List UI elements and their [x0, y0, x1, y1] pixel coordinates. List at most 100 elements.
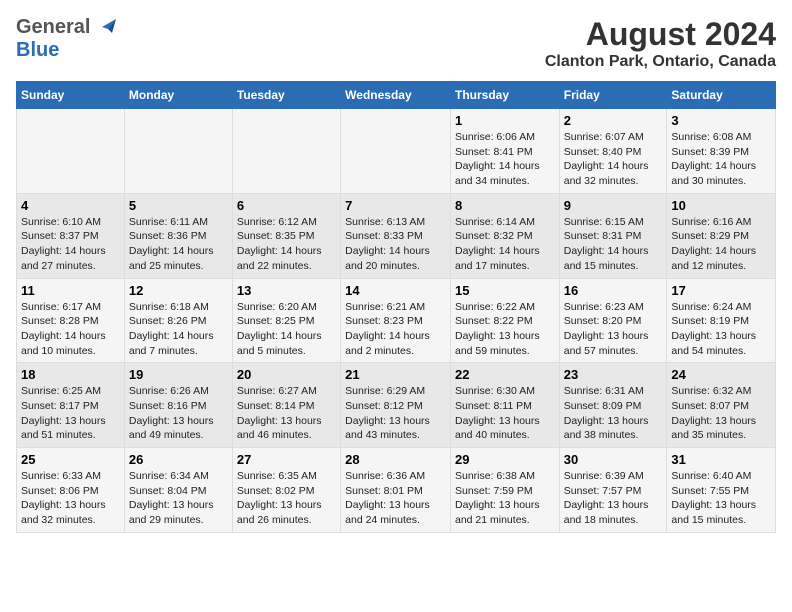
day-number: 18 [21, 367, 120, 382]
day-detail: Sunrise: 6:29 AM Sunset: 8:12 PM Dayligh… [345, 384, 446, 443]
calendar-cell: 6 Sunrise: 6:12 AM Sunset: 8:35 PM Daylig… [232, 193, 340, 278]
day-detail: Sunrise: 6:39 AM Sunset: 7:57 PM Dayligh… [564, 469, 663, 528]
calendar-cell: 25Sunrise: 6:33 AM Sunset: 8:06 PM Dayli… [17, 448, 125, 533]
day-number: 29 [455, 452, 555, 467]
calendar-table: SundayMondayTuesdayWednesdayThursdayFrid… [16, 81, 776, 533]
calendar-cell: 13Sunrise: 6:20 AM Sunset: 8:25 PM Dayli… [232, 278, 340, 363]
calendar-cell: 24Sunrise: 6:32 AM Sunset: 8:07 PM Dayli… [667, 363, 776, 448]
day-number: 12 [129, 283, 228, 298]
weekday-header-saturday: Saturday [667, 82, 776, 109]
day-detail: Sunrise: 6:32 AM Sunset: 8:07 PM Dayligh… [671, 384, 771, 443]
day-detail: Sunrise: 6:36 AM Sunset: 8:01 PM Dayligh… [345, 469, 446, 528]
calendar-cell: 26 Sunrise: 6:34 AM Sunset: 8:04 PM Dayli… [124, 448, 232, 533]
calendar-week-row: 18 Sunrise: 6:25 AM Sunset: 8:17 PM Dayli… [17, 363, 776, 448]
calendar-cell: 15 Sunrise: 6:22 AM Sunset: 8:22 PM Dayli… [450, 278, 559, 363]
logo-bird-icon [94, 15, 116, 37]
day-number: 19 [129, 367, 228, 382]
day-detail: Sunrise: 6:30 AM Sunset: 8:11 PM Dayligh… [455, 384, 555, 443]
calendar-week-row: 25Sunrise: 6:33 AM Sunset: 8:06 PM Dayli… [17, 448, 776, 533]
day-detail: Sunrise: 6:23 AM Sunset: 8:20 PM Dayligh… [564, 300, 663, 359]
calendar-cell: 14 Sunrise: 6:21 AM Sunset: 8:23 PM Dayli… [341, 278, 451, 363]
calendar-week-row: 4 Sunrise: 6:10 AM Sunset: 8:37 PM Daylig… [17, 193, 776, 278]
header: General Blue August 2024 Clanton Park, O… [16, 16, 776, 71]
day-detail: Sunrise: 6:18 AM Sunset: 8:26 PM Dayligh… [129, 300, 228, 359]
calendar-cell: 1Sunrise: 6:06 AM Sunset: 8:41 PM Daylig… [450, 109, 559, 194]
calendar-cell: 16 Sunrise: 6:23 AM Sunset: 8:20 PM Dayli… [559, 278, 667, 363]
day-detail: Sunrise: 6:40 AM Sunset: 7:55 PM Dayligh… [671, 469, 771, 528]
day-detail: Sunrise: 6:25 AM Sunset: 8:17 PM Dayligh… [21, 384, 120, 443]
day-number: 4 [21, 198, 120, 213]
day-detail: Sunrise: 6:11 AM Sunset: 8:36 PM Dayligh… [129, 215, 228, 274]
day-detail: Sunrise: 6:10 AM Sunset: 8:37 PM Dayligh… [21, 215, 120, 274]
day-detail: Sunrise: 6:20 AM Sunset: 8:25 PM Dayligh… [237, 300, 336, 359]
day-number: 28 [345, 452, 446, 467]
day-detail: Sunrise: 6:21 AM Sunset: 8:23 PM Dayligh… [345, 300, 446, 359]
calendar-cell: 23 Sunrise: 6:31 AM Sunset: 8:09 PM Dayli… [559, 363, 667, 448]
logo: General Blue [16, 16, 116, 62]
day-number: 21 [345, 367, 446, 382]
calendar-cell: 22 Sunrise: 6:30 AM Sunset: 8:11 PM Dayli… [450, 363, 559, 448]
weekday-header-friday: Friday [559, 82, 667, 109]
day-number: 9 [564, 198, 663, 213]
day-number: 3 [671, 113, 771, 128]
day-number: 16 [564, 283, 663, 298]
day-detail: Sunrise: 6:34 AM Sunset: 8:04 PM Dayligh… [129, 469, 228, 528]
month-year-title: August 2024 [545, 16, 776, 53]
day-detail: Sunrise: 6:24 AM Sunset: 8:19 PM Dayligh… [671, 300, 771, 359]
calendar-cell: 11Sunrise: 6:17 AM Sunset: 8:28 PM Dayli… [17, 278, 125, 363]
day-number: 2 [564, 113, 663, 128]
weekday-header-tuesday: Tuesday [232, 82, 340, 109]
day-detail: Sunrise: 6:31 AM Sunset: 8:09 PM Dayligh… [564, 384, 663, 443]
calendar-cell: 17 Sunrise: 6:24 AM Sunset: 8:19 PM Dayli… [667, 278, 776, 363]
weekday-header-thursday: Thursday [450, 82, 559, 109]
weekday-header-row: SundayMondayTuesdayWednesdayThursdayFrid… [17, 82, 776, 109]
day-detail: Sunrise: 6:22 AM Sunset: 8:22 PM Dayligh… [455, 300, 555, 359]
calendar-cell: 9 Sunrise: 6:15 AM Sunset: 8:31 PM Daylig… [559, 193, 667, 278]
day-detail: Sunrise: 6:12 AM Sunset: 8:35 PM Dayligh… [237, 215, 336, 274]
calendar-cell: 5Sunrise: 6:11 AM Sunset: 8:36 PM Daylig… [124, 193, 232, 278]
weekday-header-monday: Monday [124, 82, 232, 109]
calendar-cell: 27Sunrise: 6:35 AM Sunset: 8:02 PM Dayli… [232, 448, 340, 533]
calendar-cell: 28 Sunrise: 6:36 AM Sunset: 8:01 PM Dayli… [341, 448, 451, 533]
calendar-cell: 19Sunrise: 6:26 AM Sunset: 8:16 PM Dayli… [124, 363, 232, 448]
day-detail: Sunrise: 6:14 AM Sunset: 8:32 PM Dayligh… [455, 215, 555, 274]
calendar-cell: 8 Sunrise: 6:14 AM Sunset: 8:32 PM Daylig… [450, 193, 559, 278]
location-subtitle: Clanton Park, Ontario, Canada [545, 53, 776, 71]
day-detail: Sunrise: 6:07 AM Sunset: 8:40 PM Dayligh… [564, 130, 663, 189]
calendar-cell: 29 Sunrise: 6:38 AM Sunset: 7:59 PM Dayli… [450, 448, 559, 533]
day-detail: Sunrise: 6:15 AM Sunset: 8:31 PM Dayligh… [564, 215, 663, 274]
day-detail: Sunrise: 6:27 AM Sunset: 8:14 PM Dayligh… [237, 384, 336, 443]
calendar-cell: 4 Sunrise: 6:10 AM Sunset: 8:37 PM Daylig… [17, 193, 125, 278]
calendar-cell: 31Sunrise: 6:40 AM Sunset: 7:55 PM Dayli… [667, 448, 776, 533]
day-detail: Sunrise: 6:38 AM Sunset: 7:59 PM Dayligh… [455, 469, 555, 528]
calendar-cell: 30 Sunrise: 6:39 AM Sunset: 7:57 PM Dayli… [559, 448, 667, 533]
calendar-cell [124, 109, 232, 194]
calendar-cell: 10 Sunrise: 6:16 AM Sunset: 8:29 PM Dayli… [667, 193, 776, 278]
weekday-header-wednesday: Wednesday [341, 82, 451, 109]
day-number: 30 [564, 452, 663, 467]
day-number: 26 [129, 452, 228, 467]
day-number: 25 [21, 452, 120, 467]
day-detail: Sunrise: 6:08 AM Sunset: 8:39 PM Dayligh… [671, 130, 771, 189]
calendar-cell: 2 Sunrise: 6:07 AM Sunset: 8:40 PM Daylig… [559, 109, 667, 194]
calendar-cell: 12 Sunrise: 6:18 AM Sunset: 8:26 PM Dayli… [124, 278, 232, 363]
day-number: 22 [455, 367, 555, 382]
day-number: 8 [455, 198, 555, 213]
calendar-cell: 18 Sunrise: 6:25 AM Sunset: 8:17 PM Dayli… [17, 363, 125, 448]
day-detail: Sunrise: 6:13 AM Sunset: 8:33 PM Dayligh… [345, 215, 446, 274]
day-detail: Sunrise: 6:06 AM Sunset: 8:41 PM Dayligh… [455, 130, 555, 189]
weekday-header-sunday: Sunday [17, 82, 125, 109]
day-number: 15 [455, 283, 555, 298]
day-number: 20 [237, 367, 336, 382]
day-number: 23 [564, 367, 663, 382]
calendar-cell: 21 Sunrise: 6:29 AM Sunset: 8:12 PM Dayli… [341, 363, 451, 448]
calendar-cell [17, 109, 125, 194]
day-number: 11 [21, 283, 120, 298]
calendar-cell: 3 Sunrise: 6:08 AM Sunset: 8:39 PM Daylig… [667, 109, 776, 194]
day-number: 6 [237, 198, 336, 213]
day-number: 27 [237, 452, 336, 467]
day-number: 17 [671, 283, 771, 298]
day-number: 10 [671, 198, 771, 213]
day-number: 14 [345, 283, 446, 298]
day-detail: Sunrise: 6:16 AM Sunset: 8:29 PM Dayligh… [671, 215, 771, 274]
